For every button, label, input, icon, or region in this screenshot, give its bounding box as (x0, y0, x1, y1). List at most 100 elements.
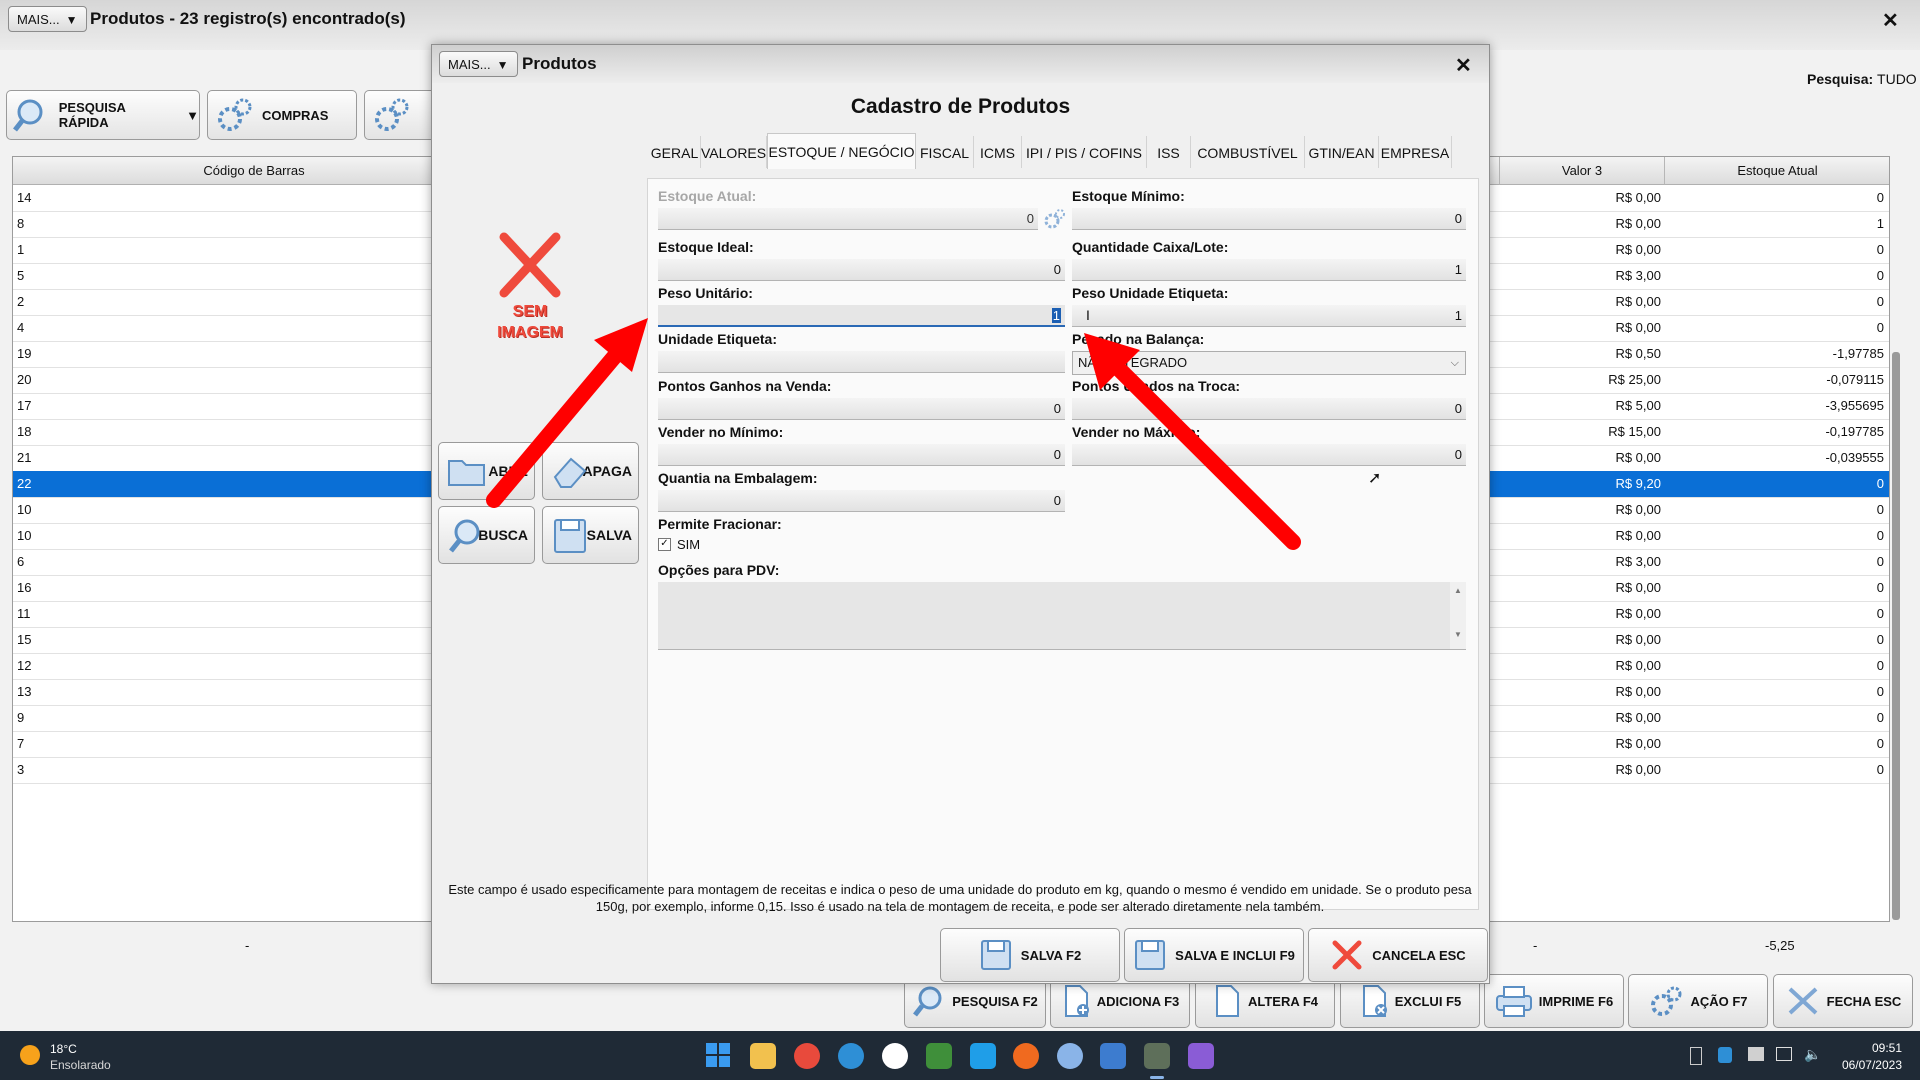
battery-icon[interactable] (1690, 1047, 1702, 1065)
action-f7-button[interactable]: AÇÃO F7 (1628, 974, 1768, 1028)
opcoes-pdv-textarea[interactable]: ▲ ▼ (658, 582, 1466, 650)
column-header-value3[interactable]: Valor 3 (1500, 157, 1665, 185)
clear-image-button[interactable]: APAGA (542, 442, 639, 500)
weather-condition[interactable]: Ensolarado (50, 1058, 111, 1072)
label-opcoes-pdv: Opções para PDV: (658, 562, 780, 578)
unidade-etiqueta-input[interactable] (658, 351, 1065, 373)
network-icon[interactable] (1776, 1047, 1792, 1061)
peso-unitario-input[interactable]: 1 (658, 305, 1065, 327)
purchases-button[interactable]: COMPRAS (207, 90, 357, 140)
clock-time[interactable]: 09:51 (1842, 1041, 1902, 1055)
notepad-icon[interactable] (1100, 1043, 1126, 1069)
start-windows-icon[interactable] (706, 1043, 730, 1067)
textarea-scrollbar[interactable]: ▲ ▼ (1450, 582, 1466, 649)
dialog-more-button[interactable]: MAIS... ▼ (439, 51, 518, 77)
quick-search-button[interactable]: PESQUISA RÁPIDA ▼ (6, 90, 200, 140)
save-f2-button[interactable]: SALVA F2 (940, 928, 1120, 982)
tab-estoque-negocio[interactable]: ESTOQUE / NEGÓCIO (767, 133, 916, 169)
product-dialog: MAIS... ▼ Produtos ✕ Cadastro de Produtos… (431, 44, 1490, 984)
table-scrollbar[interactable] (1892, 352, 1900, 920)
tab-gtin-ean[interactable]: GTIN/EAN (1305, 136, 1379, 168)
cell-stock: -0,197785 (1825, 424, 1884, 439)
vender-maximo-input[interactable]: 0 (1072, 444, 1466, 466)
permite-fracionar-checkbox[interactable]: ✓ SIM (658, 537, 700, 552)
print-f6-label: IMPRIME F6 (1538, 993, 1614, 1009)
file-explorer-icon[interactable] (750, 1043, 776, 1069)
settings-gear-icon[interactable] (1057, 1043, 1083, 1069)
floppy-disk-icon (1135, 940, 1166, 970)
sun-weather-icon[interactable] (20, 1045, 40, 1065)
vender-minimo-input[interactable]: 0 (658, 444, 1065, 466)
gears-icon (375, 98, 409, 131)
save-and-new-f9-button[interactable]: SALVA E INCLUI F9 (1124, 928, 1304, 982)
cell-value3: R$ 0,00 (1615, 502, 1661, 517)
estoque-atual-input: 0 (658, 208, 1038, 230)
whatsapp-icon[interactable] (882, 1043, 908, 1069)
column-header-barcode[interactable]: Código de Barras (13, 157, 496, 185)
product-image[interactable]: SEM IMAGEM (490, 231, 570, 401)
gears-icon[interactable] (1042, 207, 1066, 231)
tab-empresa[interactable]: EMPRESA (1379, 136, 1452, 168)
tab-ipi-pis-cofins[interactable]: IPI / PIS / COFINS (1022, 136, 1147, 168)
video-app-icon[interactable] (1188, 1043, 1214, 1069)
weather-temperature[interactable]: 18°C (50, 1042, 77, 1056)
save-image-button[interactable]: SALVA (542, 506, 639, 564)
cell-barcode: 10 (17, 528, 32, 543)
delete-document-icon (1362, 985, 1387, 1017)
search-image-button[interactable]: BUSCA (438, 506, 535, 564)
erp-app-icon[interactable] (1144, 1043, 1170, 1069)
open-image-button[interactable]: ABRE (438, 442, 535, 500)
cancel-esc-button[interactable]: CANCELA ESC (1308, 928, 1488, 982)
cell-stock: 0 (1876, 762, 1884, 777)
quantidade-caixa-input[interactable]: 1 (1072, 259, 1466, 281)
cell-value3: R$ 0,00 (1615, 190, 1661, 205)
clock-date[interactable]: 06/07/2023 (1830, 1058, 1902, 1072)
edge-icon[interactable] (838, 1043, 864, 1069)
cell-barcode: 22 (17, 476, 32, 491)
tab-combustivel[interactable]: COMBUSTÍVEL (1191, 136, 1305, 168)
spreadsheet-app-icon[interactable] (926, 1043, 952, 1069)
cell-barcode: 9 (17, 710, 25, 725)
tab-icms[interactable]: ICMS (974, 136, 1022, 168)
peso-unidade-etiqueta-input[interactable]: 1 (1072, 305, 1466, 327)
label-estoque-minimo: Estoque Mínimo: (1072, 188, 1185, 204)
tab-fiscal[interactable]: FISCAL (916, 136, 974, 168)
tab-geral[interactable]: GERAL (649, 136, 701, 168)
dropdown-arrow-icon: ▼ (65, 13, 78, 27)
scroll-down-icon: ▼ (1454, 630, 1462, 639)
quantia-embalagem-input[interactable]: 0 (658, 490, 1065, 512)
cell-stock: -3,955695 (1825, 398, 1884, 413)
messaging-app-icon[interactable] (970, 1043, 996, 1069)
more-menu-button[interactable]: MAIS... ▼ (8, 6, 87, 32)
volume-icon[interactable]: 🔈 (1804, 1046, 1821, 1063)
gears-icon (1651, 986, 1682, 1016)
magnifier-icon (449, 519, 480, 553)
pontos-venda-input[interactable]: 0 (658, 398, 1065, 420)
estoque-minimo-input[interactable]: 0 (1072, 208, 1466, 230)
label-unidade-etiqueta: Unidade Etiqueta: (658, 331, 778, 347)
pesado-balanca-select[interactable]: NÃO INTEGRADO ⌵ (1072, 351, 1466, 375)
quick-search-label: PESQUISA RÁPIDA (58, 100, 126, 130)
tab-iss[interactable]: ISS (1147, 136, 1191, 168)
cell-value3: R$ 0,00 (1615, 606, 1661, 621)
close-esc-button[interactable]: FECHA ESC (1773, 974, 1913, 1028)
gears-icon (218, 98, 252, 131)
cloud-icon[interactable] (1748, 1047, 1764, 1061)
firefox-icon[interactable] (1013, 1043, 1039, 1069)
cell-barcode: 19 (17, 346, 32, 361)
dialog-close-button[interactable]: ✕ (1455, 53, 1472, 78)
print-f6-button[interactable]: IMPRIME F6 (1484, 974, 1624, 1028)
chrome-icon[interactable] (794, 1043, 820, 1069)
estoque-ideal-input[interactable]: 0 (658, 259, 1065, 281)
security-shield-icon[interactable] (1718, 1047, 1732, 1063)
no-image-x-icon (499, 232, 561, 298)
label-vender-minimo: Vender no Mínimo: (658, 424, 784, 440)
floppy-disk-icon (980, 940, 1011, 970)
tab-valores[interactable]: VALORES (701, 136, 767, 168)
cell-value3: R$ 0,50 (1615, 346, 1661, 361)
pontos-troca-input[interactable]: 0 (1072, 398, 1466, 420)
cell-value3: R$ 5,00 (1615, 398, 1661, 413)
window-close-button[interactable]: ✕ (1882, 8, 1899, 33)
pesado-balanca-value: NÃO INTEGRADO (1078, 355, 1188, 370)
column-header-stock[interactable]: Estoque Atual (1665, 157, 1889, 185)
